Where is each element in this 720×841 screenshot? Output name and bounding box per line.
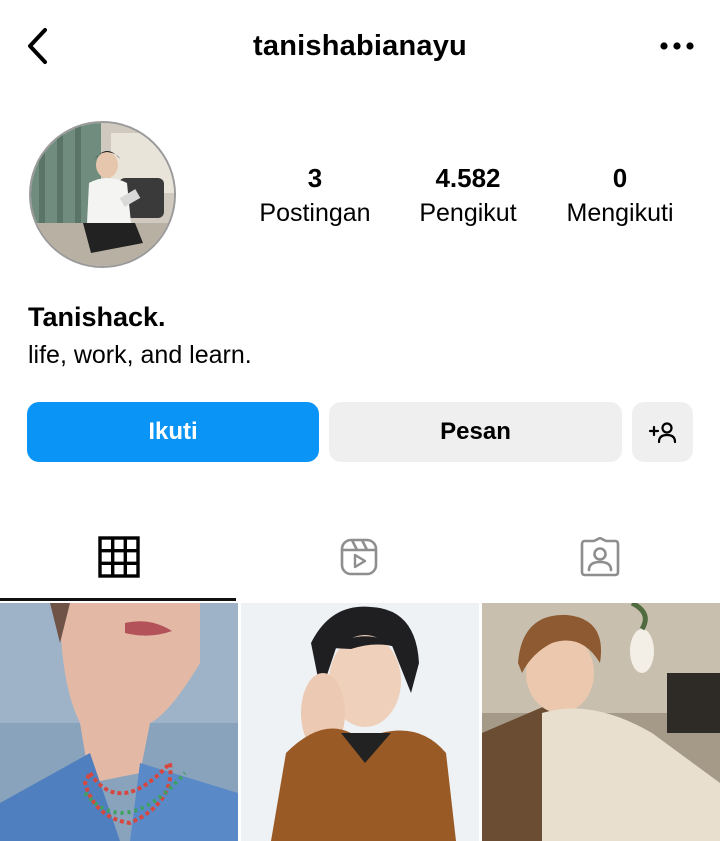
display-name: Tanishack. bbox=[28, 302, 166, 332]
bio-text: life, work, and learn. bbox=[28, 341, 252, 369]
tab-posts-grid[interactable] bbox=[0, 512, 237, 602]
following-count: 0 bbox=[612, 163, 628, 193]
posts-label: Postingan bbox=[259, 199, 371, 227]
photo-thumbnail bbox=[482, 603, 720, 841]
follow-button[interactable]: Ikuti bbox=[27, 402, 319, 462]
post-thumbnail-3[interactable] bbox=[482, 603, 720, 841]
followers-label: Pengikut bbox=[419, 199, 517, 227]
tagged-person-icon bbox=[580, 537, 620, 577]
following-label: Mengikuti bbox=[566, 199, 674, 227]
tab-tagged[interactable] bbox=[480, 512, 720, 602]
more-options-button[interactable] bbox=[656, 34, 698, 58]
more-horizontal-icon bbox=[660, 42, 694, 50]
stat-following[interactable]: 0 Mengikuti bbox=[556, 162, 684, 230]
posts-count: 3 bbox=[307, 163, 323, 193]
profile-stats: 3 Postingan 4.582 Pengikut 0 Mengikuti bbox=[0, 162, 720, 232]
message-button[interactable]: Pesan bbox=[329, 402, 622, 462]
profile-header: tanishabianayu bbox=[0, 0, 720, 95]
profile-username: tanishabianayu bbox=[253, 30, 467, 62]
reels-icon bbox=[340, 538, 377, 576]
photo-thumbnail bbox=[241, 603, 479, 841]
post-thumbnail-1[interactable] bbox=[0, 603, 238, 841]
followers-count: 4.582 bbox=[435, 163, 501, 193]
photo-thumbnail bbox=[0, 603, 238, 841]
post-thumbnail-2[interactable] bbox=[241, 603, 479, 841]
stat-followers[interactable]: 4.582 Pengikut bbox=[406, 162, 530, 230]
stat-posts[interactable]: 3 Postingan bbox=[250, 162, 380, 230]
profile-tabs bbox=[0, 512, 720, 602]
tab-reels[interactable] bbox=[240, 512, 477, 602]
add-person-icon bbox=[648, 422, 676, 444]
grid-icon bbox=[97, 536, 140, 578]
suggested-accounts-button[interactable] bbox=[632, 402, 693, 462]
active-tab-indicator bbox=[0, 598, 236, 601]
